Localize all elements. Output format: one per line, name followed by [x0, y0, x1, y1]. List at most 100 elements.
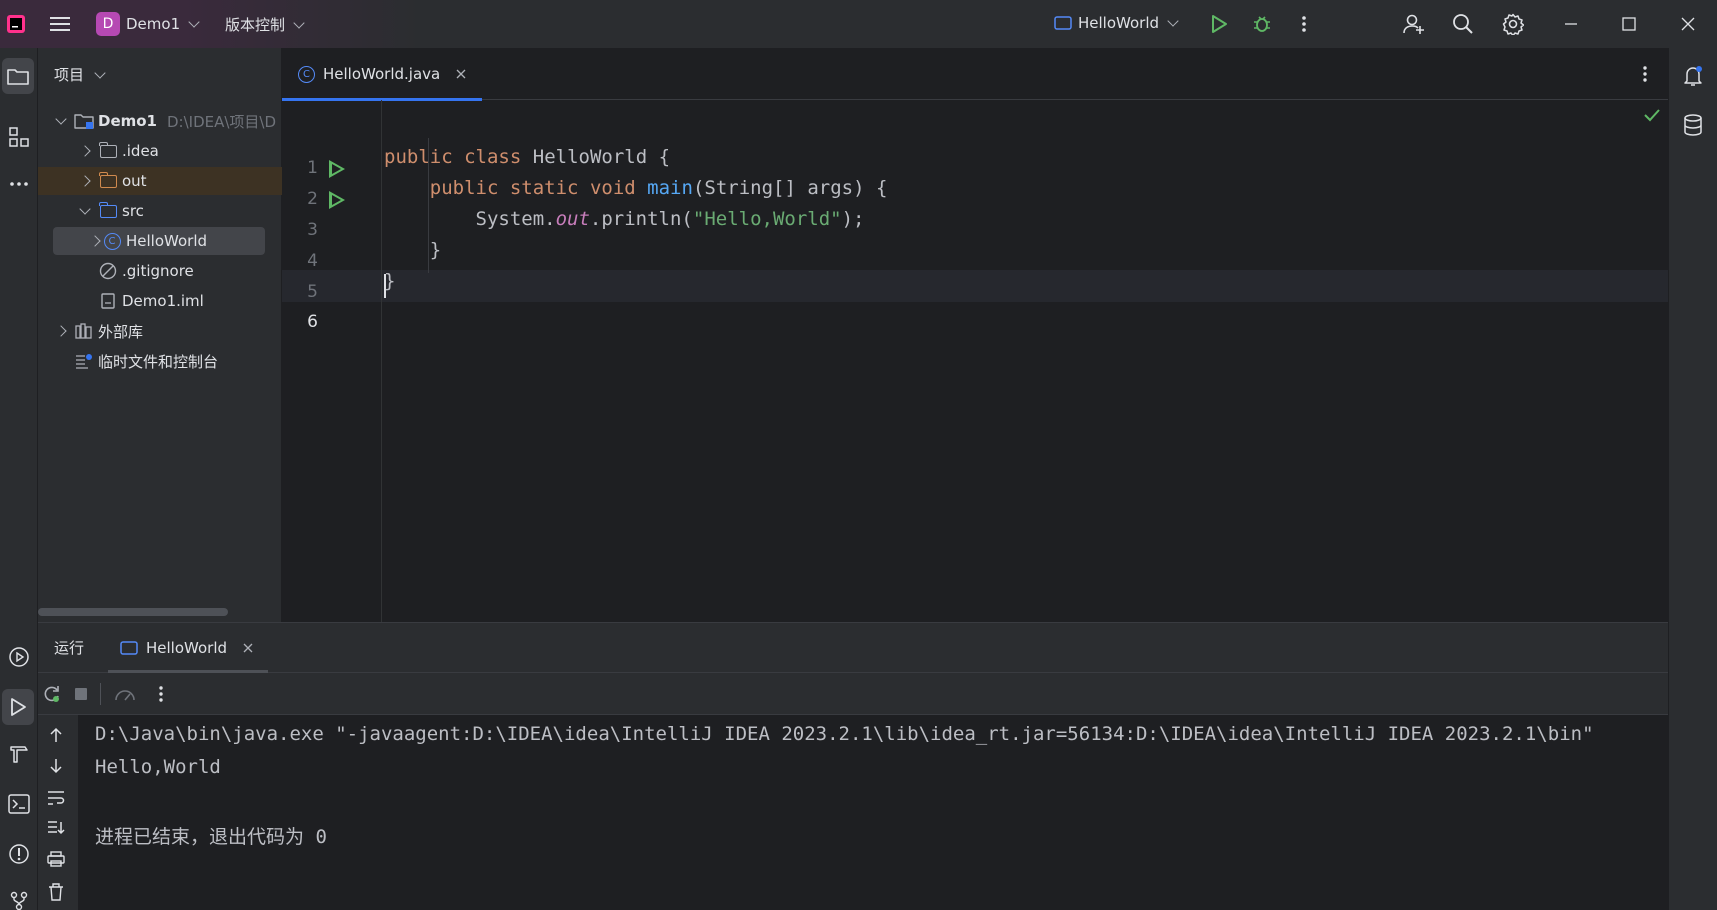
- run-icon[interactable]: [1203, 8, 1235, 40]
- structure-icon[interactable]: [0, 119, 38, 155]
- minimize-icon[interactable]: [1555, 8, 1587, 40]
- chevron-down-icon: [94, 66, 106, 79]
- chevron-right-icon[interactable]: [54, 325, 68, 337]
- no-problems-check-icon[interactable]: [1644, 108, 1660, 122]
- tree-item-label: Demo1.iml: [122, 292, 204, 310]
- notifications-icon[interactable]: [1674, 58, 1712, 94]
- build-icon[interactable]: [0, 736, 38, 772]
- tree-item-label: HelloWorld: [126, 232, 208, 250]
- problems-icon[interactable]: [0, 836, 38, 872]
- project-folder-icon[interactable]: [2, 58, 34, 94]
- close-icon[interactable]: [1672, 8, 1704, 40]
- profiler-icon[interactable]: [114, 685, 136, 703]
- run-gutter-icon[interactable]: [329, 191, 345, 209]
- more-icon[interactable]: [1642, 65, 1648, 83]
- run-tool-icon[interactable]: [2, 689, 34, 725]
- code-line-3[interactable]: System.out.println("Hello,World");: [384, 208, 865, 230]
- editor: C HelloWorld.java 1 2 3 4 5 6 public cla…: [282, 48, 1668, 622]
- tree-item-label: src: [122, 202, 144, 220]
- project-name: Demo1: [126, 15, 181, 33]
- git-icon[interactable]: [0, 883, 38, 910]
- tree-item-helloworld[interactable]: C HelloWorld: [53, 227, 265, 255]
- text-caret: [384, 274, 386, 298]
- project-panel-header[interactable]: 项目: [54, 64, 106, 85]
- folder-icon: [98, 141, 118, 160]
- editor-gutter: 1 2 3 4 5 6: [282, 100, 382, 622]
- scroll-to-end-icon[interactable]: [47, 820, 65, 836]
- database-icon[interactable]: [1674, 107, 1712, 143]
- console-line-command: D:\Java\bin\java.exe "-javaagent:D:\IDEA…: [95, 723, 1594, 745]
- code-line-1[interactable]: public class HelloWorld {: [384, 146, 670, 168]
- vcs-menu[interactable]: 版本控制: [225, 14, 305, 35]
- console-line-exit: 进程已结束，退出代码为 0: [95, 826, 327, 848]
- soft-wrap-icon[interactable]: [47, 790, 65, 806]
- add-user-icon[interactable]: [1398, 8, 1430, 40]
- run-config-selector[interactable]: HelloWorld: [1054, 14, 1179, 32]
- tree-item-label: out: [122, 172, 147, 190]
- print-icon[interactable]: [47, 851, 65, 867]
- more-icon[interactable]: [158, 685, 164, 703]
- line-number: 2: [307, 189, 318, 209]
- debug-icon[interactable]: [1246, 8, 1278, 40]
- hamburger-menu-icon[interactable]: [44, 8, 76, 40]
- trash-icon[interactable]: [48, 883, 64, 901]
- tree-item-path: D:\IDEA\项目\D: [167, 112, 277, 131]
- vcs-label: 版本控制: [225, 16, 286, 34]
- stop-icon[interactable]: [73, 686, 89, 702]
- chevron-down-icon: [1167, 15, 1179, 27]
- more-tools-icon[interactable]: [0, 166, 38, 202]
- close-tab-icon[interactable]: [456, 69, 466, 79]
- close-tab-icon[interactable]: [243, 643, 253, 653]
- tree-item-gitignore[interactable]: .gitignore: [38, 257, 282, 285]
- code-line-2[interactable]: public static void main(String[] args) {: [384, 177, 888, 199]
- tree-item-src[interactable]: src: [38, 197, 282, 225]
- line-number: 5: [307, 282, 318, 302]
- chevron-right-icon[interactable]: [78, 145, 92, 157]
- tree-item-demo1-iml[interactable]: Demo1.iml: [38, 287, 282, 315]
- tab-helloworld-java[interactable]: C HelloWorld.java: [282, 48, 482, 101]
- run-gutter-icon[interactable]: [329, 160, 345, 178]
- ignore-file-icon: [98, 262, 118, 280]
- library-icon: [74, 322, 94, 340]
- toolbar-divider: [100, 683, 101, 705]
- line-number: 6: [307, 312, 318, 332]
- current-line-highlight: [282, 270, 1668, 302]
- project-panel-title: 项目: [54, 66, 85, 84]
- services-icon[interactable]: [0, 639, 38, 675]
- chevron-down-icon[interactable]: [78, 203, 92, 215]
- terminal-icon[interactable]: [0, 786, 38, 822]
- more-icon[interactable]: [1288, 8, 1320, 40]
- tree-item-scratches[interactable]: 临时文件和控制台: [38, 347, 282, 375]
- chevron-right-icon[interactable]: [88, 235, 102, 247]
- arrow-down-icon[interactable]: [49, 758, 63, 774]
- tab-label: HelloWorld.java: [323, 65, 441, 83]
- folder-orange-icon: [98, 171, 118, 190]
- tree-item-label: 外部库: [98, 322, 144, 341]
- tree-item-demo1[interactable]: Demo1 D:\IDEA\项目\D: [38, 107, 282, 135]
- tree-item-out[interactable]: out: [38, 167, 282, 195]
- left-tool-strip: [0, 48, 38, 910]
- line-number: 4: [307, 251, 318, 271]
- iml-file-icon: [98, 292, 118, 310]
- console-side-toolbar: [38, 715, 78, 910]
- chevron-right-icon[interactable]: [78, 175, 92, 187]
- project-switcher[interactable]: D Demo1: [96, 12, 200, 36]
- rerun-icon[interactable]: [43, 685, 61, 703]
- settings-icon[interactable]: [1497, 8, 1529, 40]
- run-tab-helloworld[interactable]: HelloWorld: [108, 623, 268, 673]
- run-panel: 运行 HelloWorld D:\Java\bin\java.exe "-jav…: [38, 622, 1668, 910]
- tree-item-label: .gitignore: [122, 262, 194, 280]
- arrow-up-icon[interactable]: [49, 727, 63, 743]
- tree-item-idea[interactable]: .idea: [38, 137, 282, 165]
- code-line-4[interactable]: }: [384, 239, 441, 261]
- app-logo-icon[interactable]: [0, 8, 32, 40]
- chevron-down-icon[interactable]: [54, 113, 68, 125]
- run-panel-header: 运行 HelloWorld: [38, 623, 1668, 673]
- tree-item-external-libraries[interactable]: 外部库: [38, 317, 282, 345]
- folder-blue-icon: [98, 201, 118, 220]
- search-icon[interactable]: [1447, 8, 1479, 40]
- maximize-icon[interactable]: [1613, 8, 1645, 40]
- right-tool-strip: [1668, 48, 1717, 910]
- horizontal-scrollbar[interactable]: [38, 608, 228, 616]
- run-config-icon: [120, 641, 138, 655]
